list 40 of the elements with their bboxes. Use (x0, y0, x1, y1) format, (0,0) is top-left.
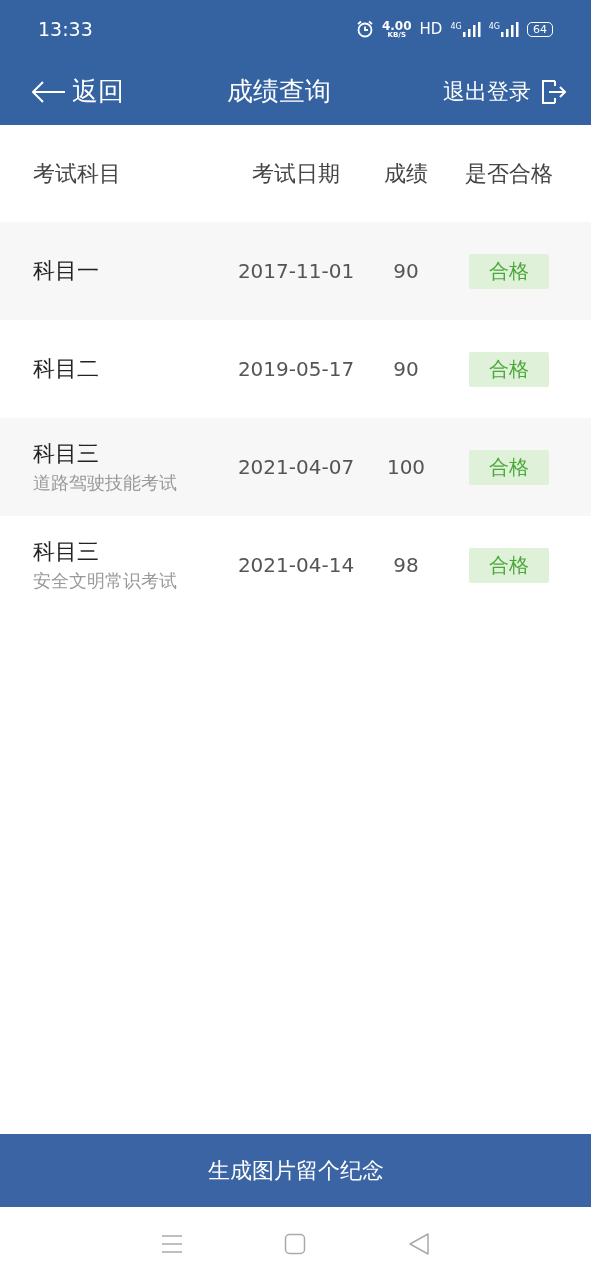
subject-note: 道路驾驶技能考试 (33, 471, 178, 495)
generate-image-button[interactable]: 生成图片留个纪念 (0, 1134, 591, 1207)
home-icon[interactable] (284, 1232, 307, 1255)
subject-name: 科目一 (33, 257, 100, 285)
network-type: 4G (488, 21, 500, 31)
subject-name: 科目三 (33, 538, 100, 566)
hd-indicator: HD (419, 20, 443, 38)
alarm-icon (355, 20, 374, 38)
column-header: 考试日期 (251, 159, 341, 188)
pass-badge: 合格 (468, 449, 549, 485)
exam-date: 2021-04-14 (236, 553, 356, 577)
signal-icon (501, 21, 519, 37)
exam-score: 90 (392, 357, 420, 381)
menu-icon[interactable] (160, 1233, 183, 1254)
exam-date: 2019-05-17 (236, 357, 356, 381)
exam-date: 2017-11-01 (236, 259, 356, 283)
column-header: 成绩 (383, 159, 429, 188)
exam-score: 100 (385, 455, 427, 479)
battery-level: 64 (527, 21, 553, 37)
exam-date: 2021-04-07 (236, 455, 356, 479)
logout-icon (541, 78, 567, 105)
subject-name: 科目二 (33, 355, 100, 383)
exam-score: 98 (392, 553, 420, 577)
page-title: 成绩查询 (225, 75, 332, 108)
subject-name: 科目三 (33, 440, 100, 468)
back-button[interactable]: 返回 (32, 74, 124, 109)
exam-score: 90 (392, 259, 420, 283)
network-type: 4G (450, 21, 462, 31)
arrow-left-icon (32, 80, 66, 103)
status-time: 13:33 (38, 18, 93, 40)
back-icon[interactable] (408, 1231, 431, 1256)
column-header: 考试科目 (33, 159, 122, 188)
pass-badge: 合格 (468, 351, 549, 387)
network-speed: 4.00 (381, 19, 412, 32)
logout-button[interactable]: 退出登录 (443, 76, 567, 107)
pass-badge: 合格 (468, 547, 549, 583)
pass-badge: 合格 (468, 253, 549, 289)
subject-note: 安全文明常识考试 (33, 569, 178, 593)
column-header: 是否合格 (463, 159, 554, 188)
signal-icon (462, 21, 481, 37)
